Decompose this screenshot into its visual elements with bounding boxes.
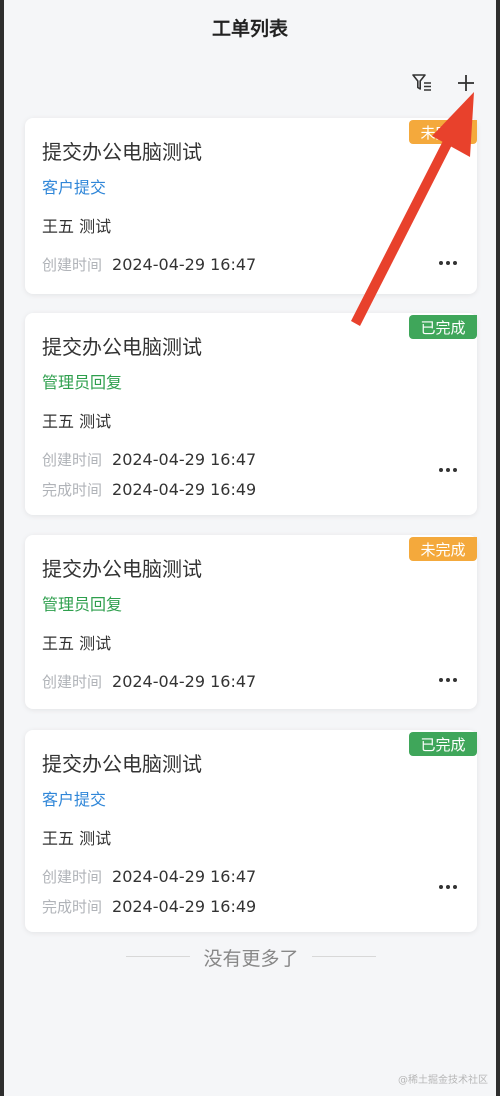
ticket-card[interactable]: 已完成 提交办公电脑测试 管理员回复 王五 测试 创建时间 2024-04-29… xyxy=(25,313,477,515)
ticket-type: 管理员回复 xyxy=(42,373,123,392)
status-badge: 未完成 xyxy=(409,537,477,561)
more-dots-icon xyxy=(439,678,443,682)
completed-time-label: 完成时间 xyxy=(42,481,103,499)
completed-time-row: 完成时间 2024-04-29 16:49 xyxy=(42,479,256,500)
completed-time-value: 2024-04-29 16:49 xyxy=(112,897,257,916)
no-more-text: 没有更多了 xyxy=(203,948,299,970)
ticket-type: 客户提交 xyxy=(42,790,107,809)
toolbar xyxy=(408,66,480,100)
more-dots-icon xyxy=(439,468,443,472)
plus-icon xyxy=(458,75,474,91)
created-time-value: 2024-04-29 16:47 xyxy=(112,450,257,469)
created-time-row: 创建时间 2024-04-29 16:47 xyxy=(42,449,256,470)
ticket-description: 王五 测试 xyxy=(42,634,112,653)
created-time-value: 2024-04-29 16:47 xyxy=(112,867,257,886)
filter-button[interactable] xyxy=(408,69,436,97)
completed-time-value: 2024-04-29 16:49 xyxy=(112,480,257,499)
list-end-indicator: 没有更多了 xyxy=(126,944,376,970)
ticket-card[interactable]: 未完成 提交办公电脑测试 管理员回复 王五 测试 创建时间 2024-04-29… xyxy=(25,535,477,709)
more-dots-icon xyxy=(439,885,443,889)
page-title: 工单列表 xyxy=(211,18,288,40)
divider xyxy=(312,956,376,957)
created-time-label: 创建时间 xyxy=(42,256,103,274)
completed-time-label: 完成时间 xyxy=(42,898,103,916)
page-header: 工单列表 xyxy=(4,0,496,56)
status-badge: 未完成 xyxy=(409,120,477,144)
created-time-value: 2024-04-29 16:47 xyxy=(112,672,257,691)
more-button[interactable] xyxy=(437,465,459,475)
filter-list-icon xyxy=(412,74,431,91)
status-badge: 已完成 xyxy=(409,315,477,339)
ticket-title: 提交办公电脑测试 xyxy=(42,335,202,359)
more-dots-icon xyxy=(439,261,443,265)
ticket-title: 提交办公电脑测试 xyxy=(42,140,202,164)
watermark: @稀土掘金技术社区 xyxy=(398,1075,488,1086)
ticket-description: 王五 测试 xyxy=(42,412,112,431)
ticket-description: 王五 测试 xyxy=(42,217,112,236)
more-button[interactable] xyxy=(437,675,459,685)
created-time-label: 创建时间 xyxy=(42,868,103,886)
window-frame-left xyxy=(0,0,4,1096)
created-time-row: 创建时间 2024-04-29 16:47 xyxy=(42,254,256,275)
status-badge: 已完成 xyxy=(409,732,477,756)
created-time-value: 2024-04-29 16:47 xyxy=(112,255,257,274)
created-time-row: 创建时间 2024-04-29 16:47 xyxy=(42,671,256,692)
created-time-row: 创建时间 2024-04-29 16:47 xyxy=(42,866,256,887)
completed-time-row: 完成时间 2024-04-29 16:49 xyxy=(42,896,256,917)
ticket-title: 提交办公电脑测试 xyxy=(42,752,202,776)
window-frame-right xyxy=(496,0,500,1096)
ticket-card[interactable]: 已完成 提交办公电脑测试 客户提交 王五 测试 创建时间 2024-04-29 … xyxy=(25,730,477,932)
ticket-title: 提交办公电脑测试 xyxy=(42,557,202,581)
created-time-label: 创建时间 xyxy=(42,673,103,691)
ticket-description: 王五 测试 xyxy=(42,829,112,848)
add-ticket-button[interactable] xyxy=(452,69,480,97)
created-time-label: 创建时间 xyxy=(42,451,103,469)
ticket-type: 客户提交 xyxy=(42,178,107,197)
ticket-type: 管理员回复 xyxy=(42,595,123,614)
more-button[interactable] xyxy=(437,882,459,892)
more-button[interactable] xyxy=(437,258,459,268)
ticket-card[interactable]: 未完成 提交办公电脑测试 客户提交 王五 测试 创建时间 2024-04-29 … xyxy=(25,118,477,294)
